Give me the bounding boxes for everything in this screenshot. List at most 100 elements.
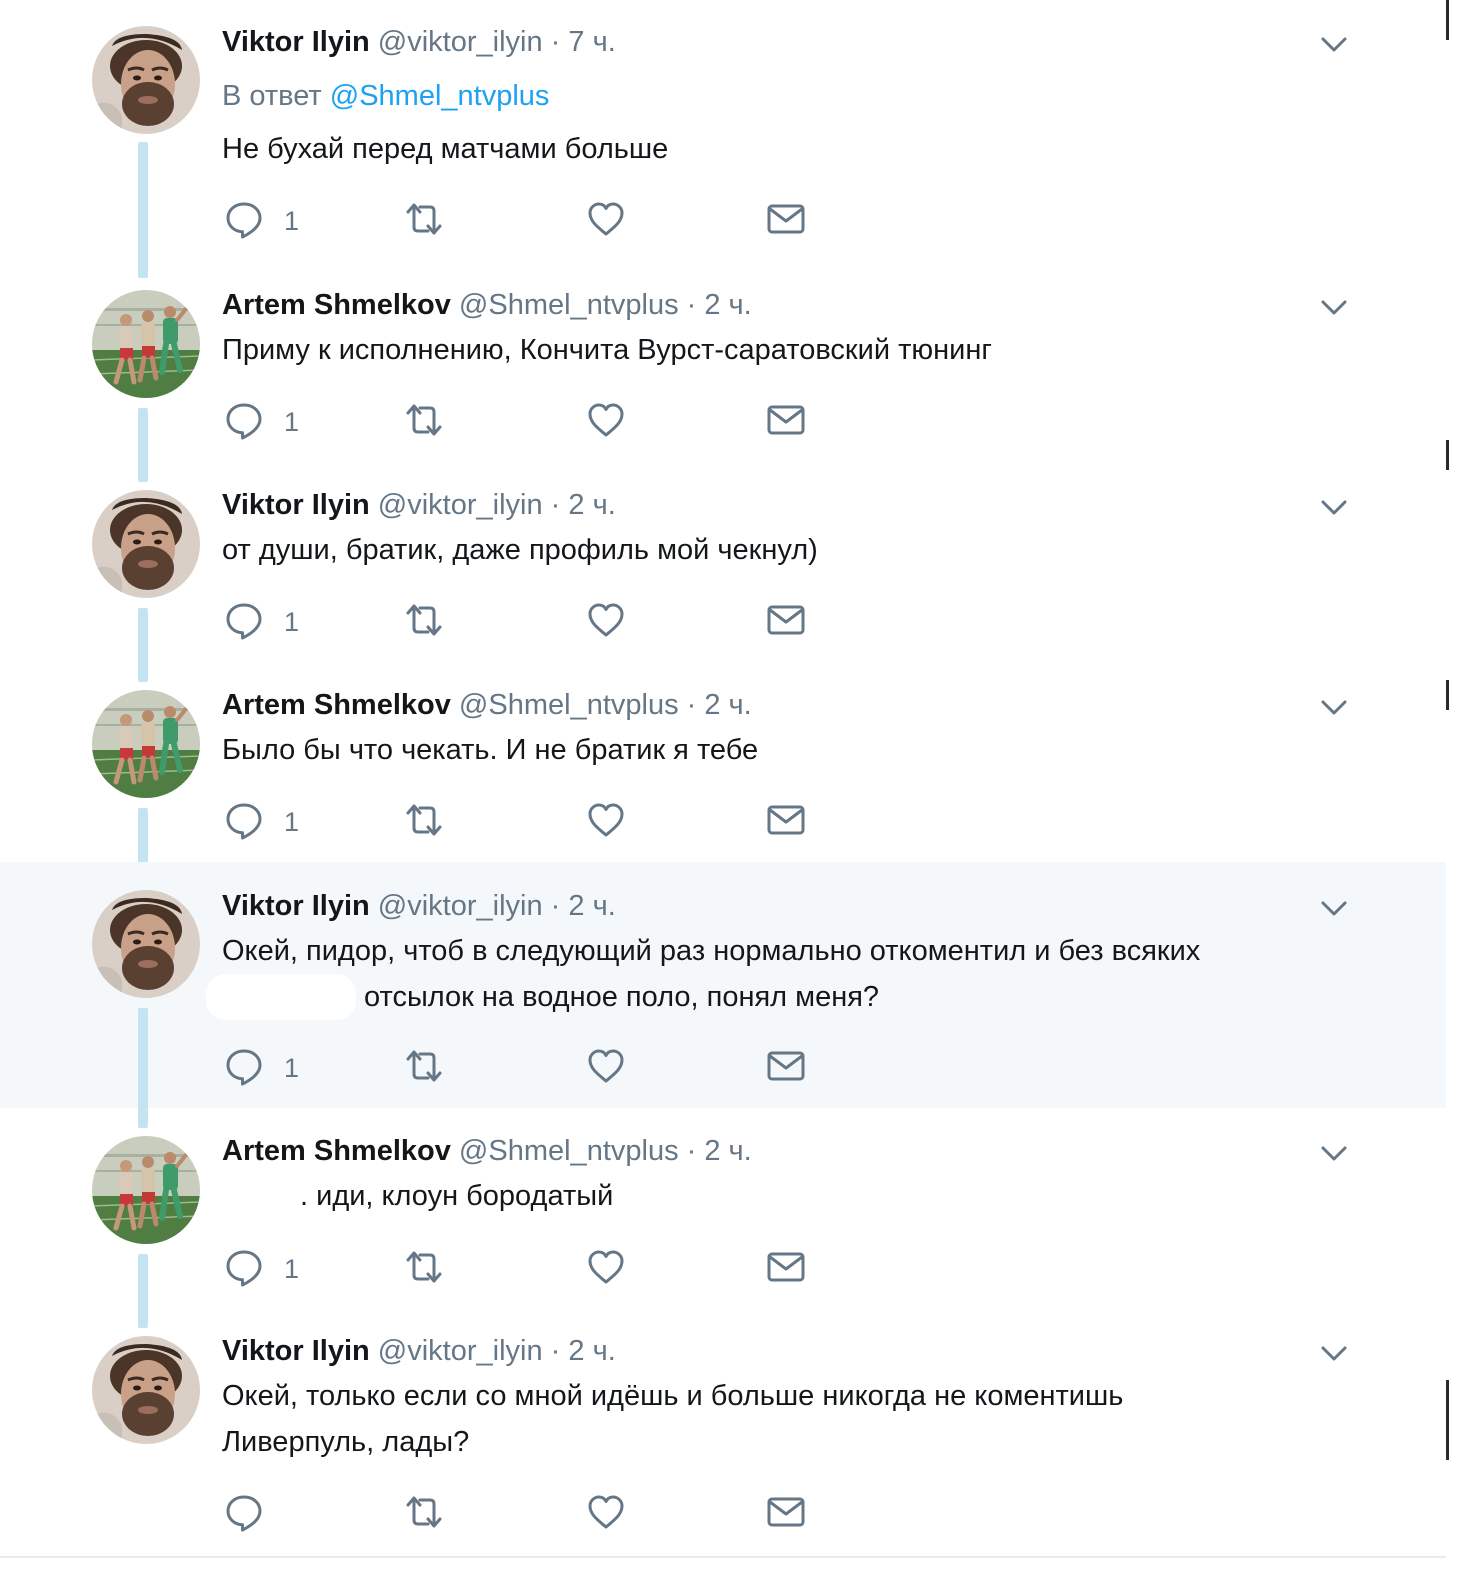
tweet[interactable]: Viktor Ilyin @viktor_ilyin · 2 ч. от души… — [0, 462, 1446, 682]
reply-count: 1 — [284, 1053, 300, 1083]
direct-message-button[interactable] — [766, 1048, 806, 1088]
retweet-icon — [404, 1046, 444, 1091]
more-options-chevron-down-icon[interactable] — [1318, 28, 1350, 60]
tweet[interactable]: Artem Shmelkov @Shmel_ntvplus · 2 ч. . ид… — [0, 1108, 1446, 1328]
avatar[interactable] — [92, 690, 200, 798]
envelope-icon — [766, 600, 806, 645]
more-options-chevron-down-icon[interactable] — [1318, 892, 1350, 924]
direct-message-button[interactable] — [766, 201, 806, 241]
like-button[interactable] — [586, 1048, 626, 1088]
direct-message-button[interactable] — [766, 602, 806, 642]
more-options-chevron-down-icon[interactable] — [1318, 1137, 1350, 1169]
tweet[interactable]: Viktor Ilyin @viktor_ilyin · 2 ч. Окей, п… — [0, 862, 1446, 1128]
tweet[interactable]: Artem Shmelkov @Shmel_ntvplus · 2 ч. Прим… — [0, 262, 1446, 482]
envelope-icon — [766, 199, 806, 244]
author-name[interactable]: Viktor Ilyin — [222, 890, 370, 922]
timestamp[interactable]: 2 ч. — [568, 890, 615, 922]
tweet-text-line-1: Окей, пидор, чтоб в следующий раз нормал… — [222, 935, 1201, 967]
retweet-button[interactable] — [404, 1048, 444, 1088]
author-handle[interactable]: @Shmel_ntvplus — [459, 1135, 679, 1167]
avatar[interactable] — [92, 1136, 200, 1244]
tweet[interactable]: Viktor Ilyin @viktor_ilyin · 2 ч. Окей, т… — [0, 1308, 1446, 1556]
author-name[interactable]: Artem Shmelkov — [222, 689, 451, 721]
tweet-header: Viktor Ilyin @viktor_ilyin · 2 ч. — [222, 487, 616, 523]
reply-icon — [224, 1492, 264, 1537]
separator-dot: · — [686, 1135, 697, 1167]
reply-button[interactable]: 1 — [224, 1249, 299, 1289]
reply-button[interactable]: 1 — [224, 1048, 299, 1088]
retweet-icon — [404, 400, 444, 445]
timestamp[interactable]: 2 ч. — [704, 1135, 751, 1167]
avatar[interactable] — [92, 290, 200, 398]
reply-icon — [224, 600, 264, 645]
like-button[interactable] — [586, 802, 626, 842]
tweet-actions: 1 — [224, 602, 844, 642]
like-button[interactable] — [586, 402, 626, 442]
tweet-text-line: от души, братик, даже профиль мой чекнул… — [222, 534, 818, 566]
timestamp[interactable]: 2 ч. — [704, 689, 751, 721]
author-name[interactable]: Viktor Ilyin — [222, 26, 370, 58]
author-name[interactable]: Artem Shmelkov — [222, 289, 451, 321]
tweet-text-line: Не бухай перед матчами больше — [222, 133, 669, 165]
reply-button[interactable]: 1 — [224, 602, 299, 642]
more-options-chevron-down-icon[interactable] — [1318, 1337, 1350, 1369]
retweet-button[interactable] — [404, 1249, 444, 1289]
author-name[interactable]: Artem Shmelkov — [222, 1135, 451, 1167]
edge-mark — [1446, 440, 1449, 470]
heart-icon — [586, 800, 626, 845]
direct-message-button[interactable] — [766, 1494, 806, 1534]
reply-icon — [224, 400, 264, 445]
direct-message-button[interactable] — [766, 1249, 806, 1289]
timestamp[interactable]: 2 ч. — [568, 489, 615, 521]
author-handle[interactable]: @Shmel_ntvplus — [459, 289, 679, 321]
tweet-text-line: Было бы что чекать. И не братик я тебе — [222, 734, 759, 766]
author-name[interactable]: Viktor Ilyin — [222, 1335, 370, 1367]
retweet-button[interactable] — [404, 1494, 444, 1534]
heart-icon — [586, 199, 626, 244]
separator-dot: · — [550, 26, 561, 58]
retweet-icon — [404, 800, 444, 845]
reply-mention-link[interactable]: @Shmel_ntvplus — [330, 80, 550, 112]
tweet[interactable]: Artem Shmelkov @Shmel_ntvplus · 2 ч. Было… — [0, 662, 1446, 882]
timestamp[interactable]: 7 ч. — [568, 26, 615, 58]
timeline-bottom-border — [0, 1556, 1446, 1558]
author-handle[interactable]: @viktor_ilyin — [378, 890, 543, 922]
author-handle[interactable]: @viktor_ilyin — [378, 1335, 543, 1367]
avatar[interactable] — [92, 26, 200, 134]
tweet-text: . иди, клоун бородатый — [222, 1173, 1400, 1219]
author-handle[interactable]: @viktor_ilyin — [378, 489, 543, 521]
more-options-chevron-down-icon[interactable] — [1318, 291, 1350, 323]
like-button[interactable] — [586, 1494, 626, 1534]
like-button[interactable] — [586, 1249, 626, 1289]
tweet-text-line: Приму к исполнению, Кончита Вурст-сарато… — [222, 334, 992, 366]
tweet-actions: 1 — [224, 201, 844, 241]
avatar[interactable] — [92, 490, 200, 598]
like-button[interactable] — [586, 602, 626, 642]
direct-message-button[interactable] — [766, 802, 806, 842]
heart-icon — [586, 600, 626, 645]
timestamp[interactable]: 2 ч. — [568, 1335, 615, 1367]
author-name[interactable]: Viktor Ilyin — [222, 489, 370, 521]
more-options-chevron-down-icon[interactable] — [1318, 691, 1350, 723]
author-handle[interactable]: @Shmel_ntvplus — [459, 689, 679, 721]
like-button[interactable] — [586, 201, 626, 241]
author-handle[interactable]: @viktor_ilyin — [378, 26, 543, 58]
timestamp[interactable]: 2 ч. — [704, 289, 751, 321]
reply-button[interactable]: 1 — [224, 201, 299, 241]
avatar[interactable] — [92, 890, 200, 998]
retweet-button[interactable] — [404, 802, 444, 842]
direct-message-button[interactable] — [766, 402, 806, 442]
separator-dot: · — [550, 890, 561, 922]
retweet-button[interactable] — [404, 402, 444, 442]
retweet-button[interactable] — [404, 201, 444, 241]
avatar[interactable] — [92, 1336, 200, 1444]
retweet-icon — [404, 600, 444, 645]
reply-count: 1 — [284, 807, 300, 837]
tweet[interactable]: Viktor Ilyin @viktor_ilyin · 7 ч. В ответ… — [0, 0, 1446, 278]
reply-button[interactable] — [224, 1494, 264, 1534]
reply-button[interactable]: 1 — [224, 402, 299, 442]
reply-button[interactable]: 1 — [224, 802, 299, 842]
tweet-text: Окей, только если со мной идёшь и больше… — [222, 1373, 1322, 1465]
more-options-chevron-down-icon[interactable] — [1318, 491, 1350, 523]
retweet-button[interactable] — [404, 602, 444, 642]
